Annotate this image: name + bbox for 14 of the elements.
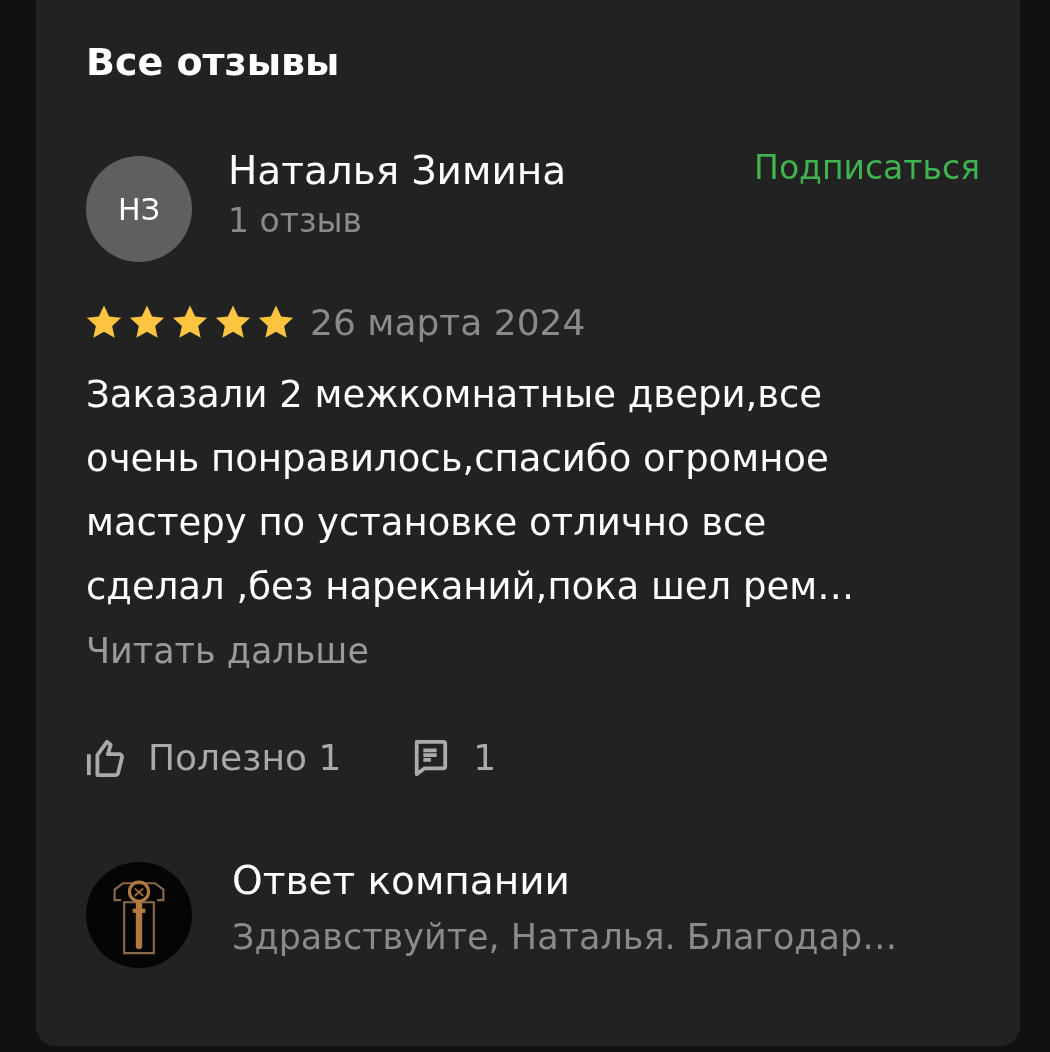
read-more-link[interactable]: Читать дальше [86, 631, 369, 671]
avatar-initials: НЗ [118, 191, 160, 227]
review-date: 26 марта 2024 [310, 302, 586, 343]
company-logo-icon [86, 862, 192, 968]
thumbs-up-icon [86, 737, 124, 778]
author-name: Наталья Зимина [228, 148, 567, 193]
comments-button[interactable]: 1 [411, 737, 497, 778]
review-text: Заказали 2 межкомнатные двери,все очень понравилось,спасибо огромное мастеру по установке отлично все сделал ,без нареканий,пока шел рем… [86, 372, 856, 610]
company-reply-title: Ответ компании [232, 858, 571, 903]
company-reply-text: Здравствуйте, Наталья. Благодар… [232, 917, 898, 957]
useful-button[interactable]: Полезно 1 [86, 737, 342, 778]
subscribe-link[interactable]: Подписаться [754, 148, 980, 187]
review-count: 1 отзыв [228, 201, 363, 240]
section-title: Все отзывы [86, 40, 341, 84]
